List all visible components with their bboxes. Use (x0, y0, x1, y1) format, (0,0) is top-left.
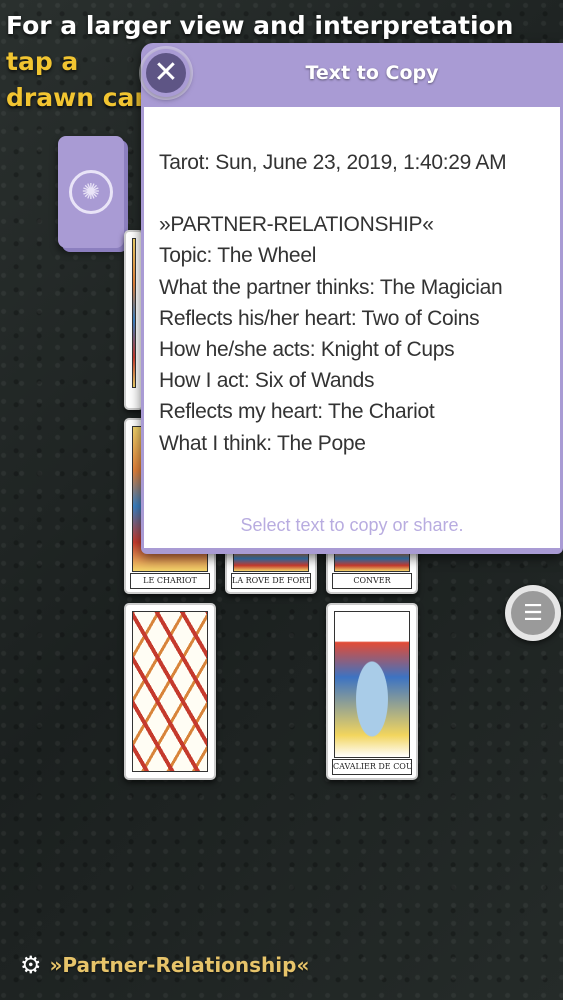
spread-name[interactable]: »Partner-Relationship« (50, 953, 310, 977)
dialog-title: Text to Copy (305, 62, 439, 84)
menu-button[interactable]: ☰ (505, 585, 561, 641)
reading-line[interactable]: Reflects my heart: The Chariot (159, 396, 550, 427)
reading-timestamp[interactable]: Tarot: Sun, June 23, 2019, 1:40:29 AM (159, 147, 550, 178)
list-icon: ☰ (511, 591, 555, 635)
dialog-body: Tarot: Sun, June 23, 2019, 1:40:29 AM »P… (144, 107, 560, 548)
reading-line[interactable]: Reflects his/her heart: Two of Coins (159, 303, 550, 334)
card-title: LE CHARIOT (130, 573, 210, 589)
reading-line[interactable]: Topic: The Wheel (159, 240, 550, 271)
reading-line[interactable]: What the partner thinks: The Magician (159, 272, 550, 303)
card-title: CAVALIER DE COUPE (332, 759, 412, 775)
reading-heading[interactable]: »PARTNER-RELATIONSHIP« (159, 209, 550, 240)
reading-line[interactable]: How I act: Six of Wands (159, 365, 550, 396)
close-button[interactable]: ✕ (142, 49, 190, 97)
instruction-highlight-1: tap a (6, 47, 79, 76)
instruction-text-plain: For a larger view and interpretation (6, 11, 514, 40)
card-title: LA ROVE DE FORTVNE (231, 573, 311, 589)
dialog-header: Text to Copy (141, 43, 563, 103)
deck-emblem-icon: ✺ (69, 170, 113, 214)
copy-text-dialog: Text to Copy Tarot: Sun, June 23, 2019, … (141, 43, 563, 554)
spread-bar[interactable]: ⚙ »Partner-Relationship« (20, 948, 309, 982)
reading-line[interactable]: What I think: The Pope (159, 428, 550, 459)
gear-icon[interactable]: ⚙ (20, 951, 42, 979)
reading-text[interactable]: Tarot: Sun, June 23, 2019, 1:40:29 AM »P… (159, 147, 550, 459)
close-icon: ✕ (146, 53, 186, 93)
reading-line[interactable]: How he/she acts: Knight of Cups (159, 334, 550, 365)
card-title: CONVER (332, 573, 412, 589)
card-deck[interactable]: ✺ (58, 136, 124, 248)
tarot-card-six-of-wands[interactable] (124, 603, 216, 780)
copy-hint: Select text to copy or share. (240, 515, 464, 535)
tarot-card-knight-of-cups[interactable]: CAVALIER DE COUPE (326, 603, 418, 780)
